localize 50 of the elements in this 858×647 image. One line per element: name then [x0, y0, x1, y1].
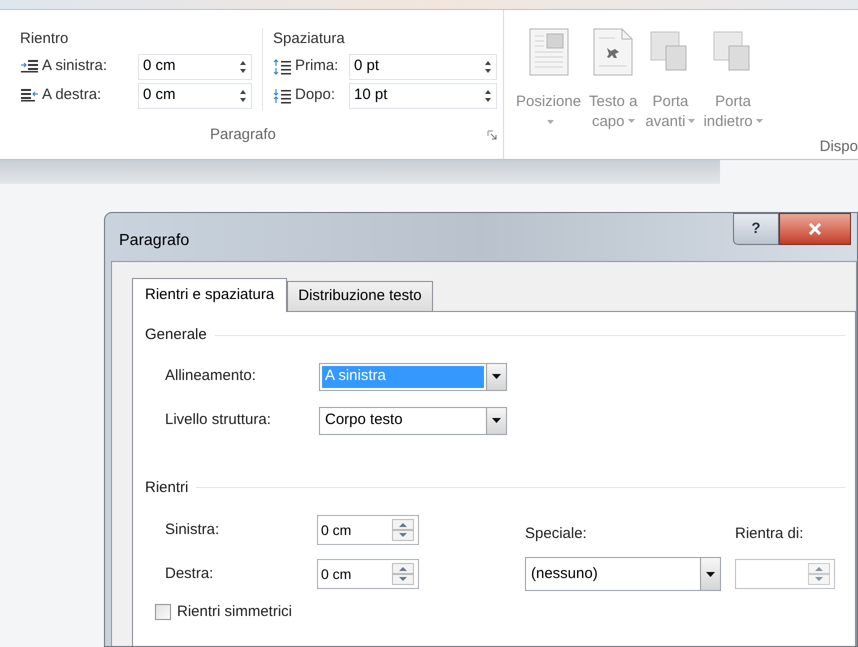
section-title: Generale [145, 325, 207, 345]
spacing-after-icon [273, 86, 292, 104]
dropdown-value: A sinistra [322, 366, 484, 388]
field-label: Prima: [295, 56, 340, 76]
section-title: Spaziatura [273, 29, 346, 49]
dropdown-value: Corpo testo [324, 410, 404, 430]
group-label: Dispo [820, 137, 858, 157]
spin-arrows-icon[interactable] [484, 60, 492, 74]
spin-field[interactable]: 0 pt [349, 54, 497, 80]
caret-icon [756, 118, 763, 123]
spin-arrows-icon[interactable] [239, 60, 247, 74]
indent-right-icon [20, 86, 39, 104]
field-label: Dopo: [295, 85, 336, 106]
caret-icon [688, 118, 696, 123]
close-icon [808, 223, 822, 235]
spin-arrows-icon[interactable] [484, 88, 492, 102]
dropdown[interactable]: (nessuno) [525, 557, 721, 591]
field-label: Rientra di: [735, 524, 804, 544]
spin-field[interactable]: 0 cm [317, 559, 419, 589]
section-title: Rientri [145, 478, 188, 498]
spin-field[interactable] [735, 559, 835, 589]
field-label: Livello struttura: [165, 410, 272, 430]
spin-field[interactable]: 10 pt [349, 82, 497, 108]
dropdown[interactable]: Corpo testo [319, 406, 507, 434]
help-button[interactable]: ? [733, 213, 779, 245]
field-label: Destra: [165, 564, 214, 584]
checkbox-label: Rientri simmetrici [177, 602, 292, 622]
dialog-launcher-icon[interactable] [487, 130, 497, 140]
checkbox[interactable] [155, 604, 171, 620]
section-title: Rientro [20, 29, 70, 49]
tab[interactable]: Distribuzione testo [287, 281, 433, 311]
spin-field[interactable]: 0 cm [138, 54, 252, 80]
spin-field[interactable]: 0 cm [317, 515, 419, 545]
group-label: Paragrafo [210, 125, 276, 145]
window-title: Paragrafo [119, 231, 190, 251]
field-label: Speciale: [525, 524, 588, 544]
indent-left-icon [20, 58, 39, 76]
spacing-before-icon [273, 58, 292, 76]
tab[interactable]: Rientri e spaziatura [132, 278, 288, 312]
spin-arrows-icon[interactable] [239, 88, 247, 102]
field-label: A sinistra: [42, 56, 108, 76]
field-label: Sinistra: [165, 520, 220, 540]
caret-icon [546, 120, 554, 124]
field-label: Allineamento: [165, 366, 257, 386]
page-dog-icon [591, 26, 636, 78]
caret-icon [628, 118, 634, 123]
close-button[interactable] [779, 213, 851, 245]
page-picture-icon [526, 26, 571, 78]
field-label: A destra: [42, 85, 102, 106]
spin-field[interactable]: 0 cm [138, 82, 252, 108]
